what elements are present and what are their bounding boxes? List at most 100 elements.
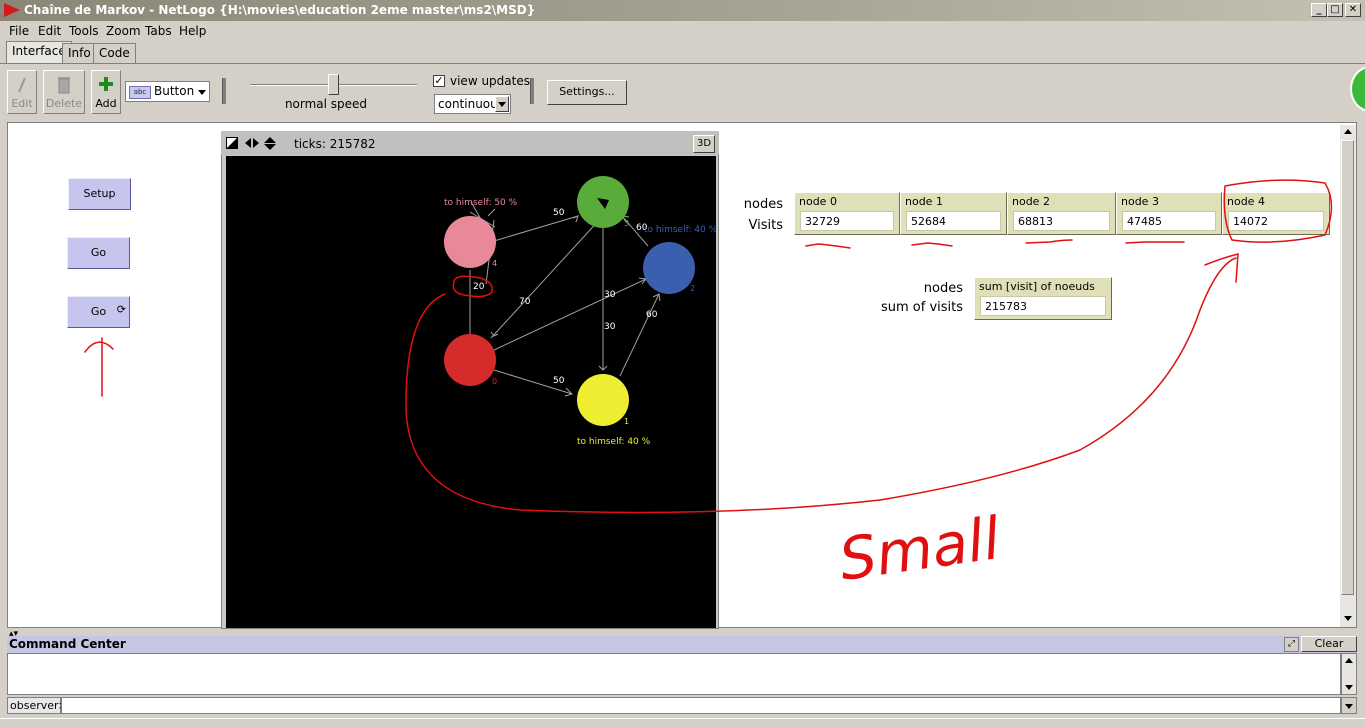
edge-label-1-2: 60 (646, 310, 658, 320)
widget-type-select[interactable]: abc Button (125, 81, 210, 102)
forever-loop-icon: ⟳ (116, 303, 126, 316)
agent-selector[interactable]: observer> (7, 697, 68, 714)
menu-file[interactable]: File (9, 24, 29, 38)
edit-label: Edit (11, 97, 33, 110)
graph-nodes: 0 1 2 3 4 (444, 176, 695, 426)
edge-label-4-3: 50 (553, 208, 565, 218)
pencil-icon (18, 77, 26, 93)
add-button[interactable]: Add (91, 70, 121, 114)
go-forever-label: Go (90, 305, 107, 318)
trash-icon (58, 77, 70, 94)
command-output (7, 653, 1341, 695)
go-once-button[interactable]: Go (67, 237, 130, 269)
markov-graph: 01234 50 60 20 70 30 30 50 60 to himself… (444, 176, 718, 447)
status-ball-icon (1350, 66, 1365, 112)
monitor-label: node 2 (1012, 195, 1050, 208)
graph-node-label-0: 0 (492, 377, 497, 386)
ticks-counter: ticks: 215782 (294, 137, 376, 151)
history-dropdown[interactable] (1341, 697, 1357, 714)
self-loop-label-4: to himself: 50 % (444, 198, 518, 208)
speed-label: normal speed (284, 97, 368, 111)
self-loop-label-2: to himself: 40 % (644, 225, 716, 235)
monitor-label: node 1 (905, 195, 943, 208)
3d-view-button[interactable]: 3D (693, 135, 715, 153)
netlogo-logo-icon (4, 3, 20, 17)
popout-icon[interactable]: ⤢ (1284, 637, 1299, 652)
delete-button[interactable]: Delete (43, 70, 85, 114)
button-widget-icon: abc (129, 86, 151, 99)
monitor-value: 32729 (800, 211, 894, 231)
monitor-value: 47485 (1122, 211, 1216, 231)
scrollbar-thumb[interactable] (1341, 140, 1354, 595)
view-updates-checkbox[interactable]: ✓ (433, 75, 445, 87)
edge-label-4-0: 20 (473, 282, 485, 292)
scroll-down-icon[interactable] (1344, 616, 1352, 621)
update-mode-select[interactable]: continuous (434, 94, 511, 114)
menu-tabs[interactable]: Tabs (145, 24, 172, 38)
monitor-value: 215783 (980, 296, 1106, 316)
graph-node-label-1: 1 (624, 417, 629, 426)
monitor-node-0: node 0 32729 (794, 192, 900, 235)
sum-nodes-label: nodes (923, 281, 963, 296)
command-center-header (7, 636, 1357, 653)
command-output-scrollbar[interactable] (1341, 653, 1357, 695)
close-button[interactable]: ✕ (1345, 3, 1361, 17)
setup-button[interactable]: Setup (68, 178, 131, 210)
graph-edges (469, 215, 661, 397)
self-loop-label-1: to himself: 40 % (577, 437, 651, 447)
view-updates-label: view updates (450, 74, 530, 88)
interface-scrollbar[interactable] (1340, 125, 1356, 627)
graph-node-0 (444, 334, 496, 386)
view-size-controls-icon[interactable] (226, 137, 278, 151)
edge-label-3-0: 70 (519, 297, 531, 307)
clear-button[interactable]: Clear (1301, 636, 1357, 652)
monitor-node-3: node 3 47485 (1116, 192, 1222, 235)
graph-node-label-3: 3 (624, 219, 629, 228)
edge-label-3-1: 30 (604, 322, 616, 332)
nodes-row-label: nodes (743, 197, 783, 212)
scroll-up-icon[interactable] (1344, 129, 1352, 134)
monitor-label: node 3 (1121, 195, 1159, 208)
monitor-node-2: node 2 68813 (1007, 192, 1116, 235)
monitor-node-4: node 4 14072 (1222, 192, 1330, 235)
menu-help[interactable]: Help (179, 24, 206, 38)
chevron-down-icon (495, 96, 509, 112)
tab-code[interactable]: Code (93, 43, 136, 63)
delete-label: Delete (45, 97, 83, 110)
monitor-value: 52684 (906, 211, 1001, 231)
world-canvas[interactable]: 01234 50 60 20 70 30 30 50 60 to himself… (226, 156, 718, 628)
graph-node-4 (444, 216, 496, 268)
add-label: Add (95, 97, 117, 110)
monitor-sum-visits: sum [visit] of noeuds 215783 (974, 277, 1112, 320)
visits-row-label: Visits (748, 218, 783, 233)
sum-of-visits-label: sum of visits (880, 300, 963, 315)
window-title: Chaîne de Markov - NetLogo {H:\movies\ed… (24, 3, 536, 17)
scroll-up-icon[interactable] (1345, 658, 1353, 663)
monitor-value: 68813 (1013, 211, 1110, 231)
scroll-down-icon[interactable] (1345, 685, 1353, 690)
go-forever-button[interactable]: Go ⟳ (67, 296, 130, 328)
menu-tools[interactable]: Tools (69, 24, 99, 38)
command-input[interactable] (61, 697, 1341, 714)
menu-edit[interactable]: Edit (38, 24, 61, 38)
edge-label-0-1: 50 (553, 376, 565, 386)
settings-button[interactable]: Settings... (547, 80, 627, 105)
menu-bar: File Edit Tools Zoom Tabs Help (0, 21, 1365, 41)
chevron-down-icon (198, 90, 206, 95)
status-bar (0, 718, 1365, 727)
tab-info[interactable]: Info (62, 43, 97, 63)
monitor-node-1: node 1 52684 (900, 192, 1007, 235)
graph-node-1 (577, 374, 629, 426)
menu-zoom[interactable]: Zoom (106, 24, 141, 38)
plus-icon (99, 77, 113, 91)
toolbar-separator (222, 78, 226, 104)
title-bar: Chaîne de Markov - NetLogo {H:\movies\ed… (0, 0, 1365, 21)
maximize-button[interactable]: □ (1327, 3, 1343, 17)
toolbar-separator (530, 78, 534, 104)
minimize-button[interactable]: _ (1311, 3, 1327, 17)
tab-divider (0, 63, 1365, 64)
edit-button[interactable]: Edit (7, 70, 37, 114)
arrowhead (487, 208, 496, 217)
monitor-label: node 4 (1227, 195, 1265, 208)
speed-slider-thumb[interactable] (327, 74, 339, 95)
